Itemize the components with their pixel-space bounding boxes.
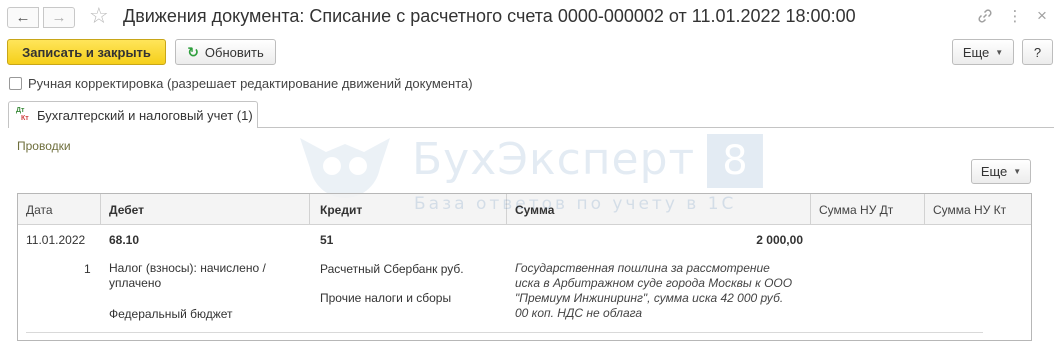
manual-edit-label[interactable]: Ручная корректировка (разрешает редактир… bbox=[28, 76, 473, 91]
column-header-credit[interactable]: Кредит bbox=[320, 203, 362, 217]
link-icon-svg bbox=[978, 9, 992, 23]
tab-active-gap bbox=[9, 127, 257, 128]
row-date: 11.01.2022 bbox=[26, 233, 86, 247]
watermark-number: 8 bbox=[707, 134, 763, 188]
column-header-debit[interactable]: Дебет bbox=[109, 203, 144, 217]
arrow-left-icon: ← bbox=[15, 9, 31, 26]
close-icon[interactable]: × bbox=[1032, 6, 1052, 26]
row-credit-account: 51 bbox=[320, 233, 334, 247]
tab-accounting[interactable]: Дт Кт Бухгалтерский и налоговый учет (1) bbox=[8, 101, 258, 128]
arrow-right-icon: → bbox=[51, 9, 67, 26]
more-button[interactable]: Еще ▼ bbox=[952, 39, 1014, 65]
column-separator bbox=[924, 194, 925, 225]
back-button[interactable]: ← bbox=[7, 7, 39, 28]
page-title: Движения документа: Списание с расчетног… bbox=[123, 6, 856, 26]
caret-down-icon: ▼ bbox=[1013, 167, 1022, 176]
section-more-button[interactable]: Еще ▼ bbox=[971, 159, 1031, 184]
row-divider bbox=[26, 332, 983, 333]
caret-down-icon: ▼ bbox=[995, 47, 1004, 57]
postings-table[interactable]: Дата Дебет Кредит Сумма Сумма НУ Дт Сумм… bbox=[17, 193, 1032, 341]
row-credit-subconto-2: Прочие налоги и сборы bbox=[320, 291, 452, 305]
row-content: Государственная пошлина за рассмотрение … bbox=[515, 261, 793, 320]
row-amount: 2 000,00 bbox=[756, 233, 803, 247]
column-separator bbox=[309, 194, 310, 225]
row-debit-subconto-2: Федеральный бюджет bbox=[109, 307, 233, 321]
row-line-number: 1 bbox=[84, 262, 91, 276]
help-button[interactable]: ? bbox=[1022, 39, 1053, 65]
watermark-owl-icon bbox=[300, 138, 390, 198]
column-separator bbox=[100, 194, 101, 225]
watermark-subtitle: База ответов по учету в 1С bbox=[414, 194, 737, 214]
tab-label: Бухгалтерский и налоговый учет (1) bbox=[37, 107, 253, 123]
more-vertical-icon[interactable]: ⋮ bbox=[1005, 6, 1025, 26]
column-header-amount-nu-dt[interactable]: Сумма НУ Дт bbox=[819, 203, 893, 217]
forward-button[interactable]: → bbox=[43, 7, 75, 28]
row-debit-subconto-1: Налог (взносы): начислено / уплачено bbox=[109, 261, 266, 290]
column-separator bbox=[810, 194, 811, 225]
column-header-amount-nu-kt[interactable]: Сумма НУ Кт bbox=[933, 203, 1006, 217]
table-scrollbar[interactable] bbox=[1022, 226, 1030, 340]
refresh-button[interactable]: ↻ Обновить bbox=[175, 39, 276, 65]
more-label: Еще bbox=[962, 44, 990, 60]
section-title: Проводки bbox=[17, 139, 71, 153]
column-header-date[interactable]: Дата bbox=[26, 203, 53, 217]
manual-edit-checkbox[interactable] bbox=[9, 77, 22, 90]
section-more-label: Еще bbox=[980, 164, 1008, 179]
watermark-title: БухЭксперт bbox=[412, 134, 696, 185]
link-icon[interactable] bbox=[975, 6, 995, 26]
save-and-close-button[interactable]: Записать и закрыть bbox=[7, 39, 166, 65]
refresh-icon: ↻ bbox=[187, 43, 199, 60]
row-credit-subconto-1: Расчетный Сбербанк руб. bbox=[320, 262, 464, 276]
star-icon[interactable]: ☆ bbox=[89, 4, 109, 28]
refresh-label: Обновить bbox=[204, 44, 264, 60]
row-debit-account: 68.10 bbox=[109, 233, 140, 247]
dt-kt-icon: Дт Кт bbox=[16, 107, 29, 122]
